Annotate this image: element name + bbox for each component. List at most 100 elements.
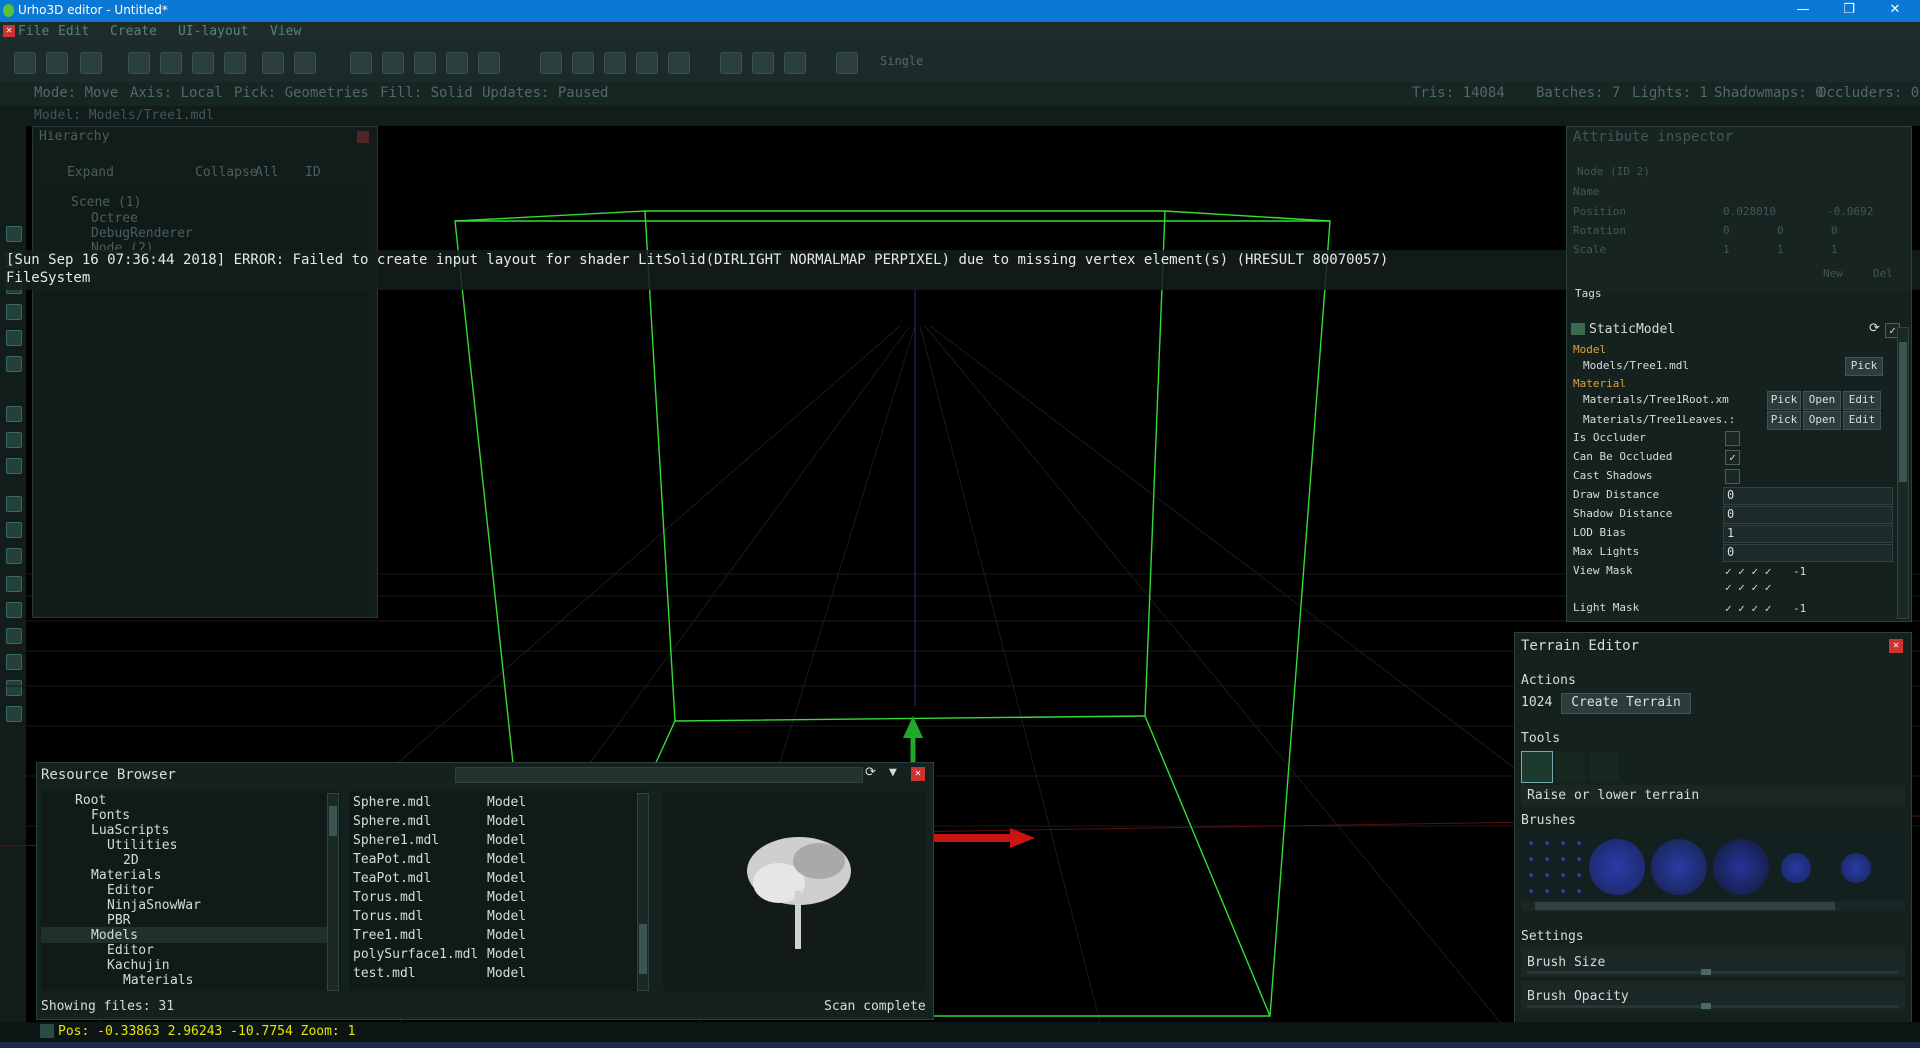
file-row[interactable]: polySurface1.mdl Model xyxy=(349,947,629,966)
max-lights-field[interactable]: 0 xyxy=(1723,544,1893,562)
view-mask-checks-2[interactable]: ✓ ✓ ✓ ✓ xyxy=(1725,581,1771,594)
menu-edit[interactable]: Edit xyxy=(58,24,89,39)
tree-scene[interactable]: Scene (1) xyxy=(71,195,141,210)
move-tool-icon[interactable] xyxy=(128,52,150,74)
fill-point-icon[interactable] xyxy=(720,52,742,74)
expand-button[interactable]: Expand xyxy=(67,165,114,180)
lod-bias-field[interactable]: 1 xyxy=(1723,525,1893,543)
reset-icon[interactable]: ⟳ xyxy=(1869,321,1880,336)
rotation-y[interactable]: 0 xyxy=(1777,224,1784,237)
terrain-close-icon[interactable]: ✕ xyxy=(1889,639,1903,653)
restart-icon[interactable] xyxy=(80,52,102,74)
dir-models[interactable]: Models xyxy=(91,928,138,943)
view-mode-icon[interactable] xyxy=(836,52,858,74)
file-row[interactable]: Torus.mdl Model xyxy=(349,890,629,909)
close-window-button[interactable]: ✕ xyxy=(1872,0,1918,22)
file-row[interactable]: Tree1.mdl Model xyxy=(349,928,629,947)
fill-solid-icon[interactable] xyxy=(784,52,806,74)
pick-ui-icon[interactable] xyxy=(668,52,690,74)
draw-distance-field[interactable]: 0 xyxy=(1723,487,1893,505)
tree-octree[interactable]: Octree xyxy=(91,211,138,226)
inspector-scrollbar[interactable] xyxy=(1897,327,1909,619)
material-value-1[interactable]: Materials/Tree1Root.xm xyxy=(1583,393,1729,406)
pick-rigidbody-icon[interactable] xyxy=(636,52,658,74)
snap-move-icon[interactable] xyxy=(350,52,372,74)
brush-opacity-slider[interactable] xyxy=(1527,1003,1899,1009)
material1-edit-button[interactable]: Edit xyxy=(1843,391,1881,410)
file-row[interactable]: Torus.mdl Model xyxy=(349,909,629,928)
brush-size-thumb[interactable] xyxy=(1700,969,1711,975)
brush-small-2[interactable] xyxy=(1841,853,1871,883)
scale-y[interactable]: 1 xyxy=(1777,243,1784,256)
dir-kachujin-materials[interactable]: Materials xyxy=(123,973,193,988)
dir-editor[interactable]: Editor xyxy=(107,883,154,898)
light-mask-value[interactable]: -1 xyxy=(1793,602,1806,615)
material2-open-button[interactable]: Open xyxy=(1803,411,1841,430)
brush-scroll-thumb[interactable] xyxy=(1535,902,1835,910)
resource-search-input[interactable] xyxy=(455,767,863,783)
dir-root[interactable]: Root xyxy=(75,793,106,808)
hierarchy-close-icon[interactable] xyxy=(357,131,369,143)
rotate-tool-icon[interactable] xyxy=(160,52,182,74)
dir-2d[interactable]: 2D xyxy=(123,853,139,868)
is-occluder-checkbox[interactable] xyxy=(1725,431,1740,446)
file-row[interactable]: Sphere1.mdl Model xyxy=(349,833,629,852)
brush-dots[interactable] xyxy=(1523,835,1585,897)
tree-scrollbar[interactable] xyxy=(327,793,339,991)
snap-scale-icon[interactable] xyxy=(414,52,436,74)
close-icon[interactable]: ✕ xyxy=(3,25,15,37)
menu-ui-layout[interactable]: UI-layout xyxy=(178,24,248,39)
file-row[interactable]: Sphere.mdl Model xyxy=(349,814,629,833)
menu-file[interactable]: File xyxy=(18,24,49,39)
brush-size-slider[interactable] xyxy=(1527,969,1899,975)
world-axis-icon[interactable] xyxy=(294,52,316,74)
scale-tool-icon[interactable] xyxy=(192,52,214,74)
position-x[interactable]: 0.028010 xyxy=(1723,205,1776,218)
fill-wireframe-icon[interactable] xyxy=(752,52,774,74)
material1-pick-button[interactable]: Pick xyxy=(1767,391,1801,410)
refresh-icon[interactable]: ⟳ xyxy=(865,765,876,780)
shadow-distance-field[interactable]: 0 xyxy=(1723,506,1893,524)
file-row[interactable]: test.mdl Model xyxy=(349,966,629,985)
pick-geometry-icon[interactable] xyxy=(540,52,562,74)
pick-light-icon[interactable] xyxy=(572,52,594,74)
rotation-z[interactable]: 0 xyxy=(1831,224,1838,237)
pick-mode-dropdown[interactable]: Single xyxy=(880,54,923,68)
scale-z[interactable]: 1 xyxy=(1831,243,1838,256)
new-tag-button[interactable]: New xyxy=(1823,267,1843,280)
create-terrain-button[interactable]: Create Terrain xyxy=(1561,693,1691,714)
tree-debugrenderer[interactable]: DebugRenderer xyxy=(91,226,193,241)
menu-create[interactable]: Create xyxy=(110,24,157,39)
dir-ninjasnowwar[interactable]: NinjaSnowWar xyxy=(107,898,201,913)
resource-close-icon[interactable]: ✕ xyxy=(911,767,925,781)
smooth-tool-icon[interactable] xyxy=(1555,751,1585,781)
dir-utilities[interactable]: Utilities xyxy=(107,838,177,853)
material1-open-button[interactable]: Open xyxy=(1803,391,1841,410)
collapse-button[interactable]: Collapse xyxy=(195,165,258,180)
dir-models-editor[interactable]: Editor xyxy=(107,943,154,958)
position-z[interactable]: -0.0692 xyxy=(1827,205,1873,218)
dir-luascripts[interactable]: LuaScripts xyxy=(91,823,169,838)
file-list-scrollbar[interactable] xyxy=(637,793,649,991)
maximize-button[interactable]: ❐ xyxy=(1826,0,1872,22)
view-mask-value[interactable]: -1 xyxy=(1793,565,1806,578)
brush-hard[interactable] xyxy=(1589,839,1645,895)
material-value-2[interactable]: Materials/Tree1Leaves.: xyxy=(1583,413,1735,426)
view-mask-checks-1[interactable]: ✓ ✓ ✓ ✓ xyxy=(1725,565,1771,578)
select-tool-icon[interactable] xyxy=(224,52,246,74)
inspector-scroll-thumb[interactable] xyxy=(1899,342,1907,482)
filter-icon[interactable]: ▼ xyxy=(889,765,897,780)
minimize-button[interactable]: — xyxy=(1780,0,1826,22)
brush-scrollbar[interactable] xyxy=(1521,901,1905,911)
brush-softer[interactable] xyxy=(1713,839,1769,895)
dir-materials[interactable]: Materials xyxy=(91,868,161,883)
brush-small[interactable] xyxy=(1781,853,1811,883)
can-be-occluded-checkbox[interactable]: ✓ xyxy=(1725,450,1740,465)
terrain-size-value[interactable]: 1024 xyxy=(1521,695,1552,710)
rotation-x[interactable]: 0 xyxy=(1723,224,1730,237)
local-axis-icon[interactable] xyxy=(262,52,284,74)
model-pick-button[interactable]: Pick xyxy=(1845,357,1883,376)
id-toggle[interactable]: ID xyxy=(305,165,321,180)
material2-pick-button[interactable]: Pick xyxy=(1767,411,1801,430)
material2-edit-button[interactable]: Edit xyxy=(1843,411,1881,430)
